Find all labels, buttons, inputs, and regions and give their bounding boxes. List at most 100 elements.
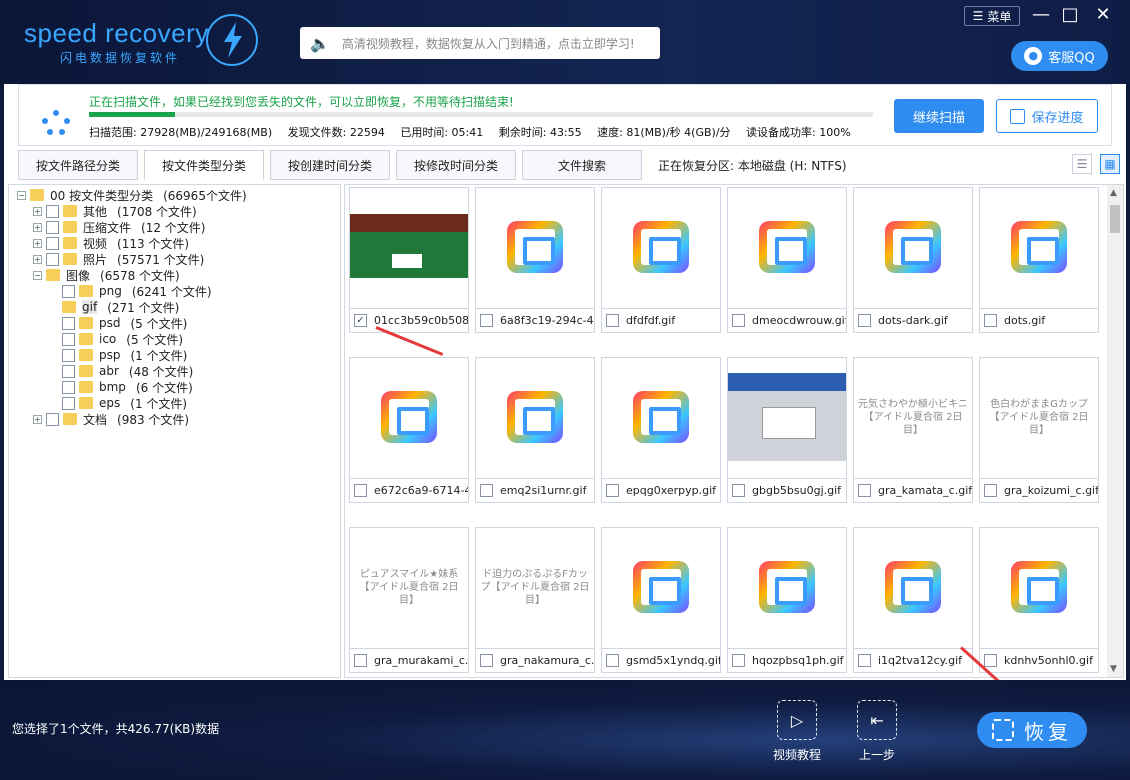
file-thumbnail-card[interactable]: hqozpbsq1ph.gif — [727, 527, 847, 673]
tree-checkbox[interactable] — [62, 348, 75, 362]
file-preview[interactable] — [350, 358, 468, 476]
file-thumbnail-card[interactable]: ピュアスマイル★妹系【アイドル夏合宿 2日目】 gra_murakami_c.gi… — [349, 527, 469, 673]
list-view-icon[interactable]: ☰ — [1072, 154, 1092, 174]
tree-checkbox[interactable] — [62, 396, 75, 410]
file-checkbox[interactable] — [480, 654, 493, 667]
file-checkbox[interactable] — [732, 654, 745, 667]
file-preview[interactable] — [854, 188, 972, 306]
file-preview[interactable] — [476, 188, 594, 306]
file-thumbnail-card[interactable]: epqg0xerpyp.gif — [601, 357, 721, 503]
file-preview[interactable] — [602, 358, 720, 476]
thumbnail-view-icon[interactable]: ▦ — [1100, 154, 1120, 174]
file-preview[interactable]: 色白わがままGカップ【アイドル夏合宿 2日目】 — [980, 358, 1098, 476]
file-thumbnail-card[interactable]: emq2si1urnr.gif — [475, 357, 595, 503]
file-checkbox[interactable] — [732, 484, 745, 497]
file-preview[interactable]: ピュアスマイル★妹系【アイドル夏合宿 2日目】 — [350, 528, 468, 646]
vertical-scrollbar[interactable]: ▲ ▼ — [1107, 185, 1123, 677]
scroll-thumb[interactable] — [1110, 205, 1120, 233]
tutorial-banner[interactable]: 🔈 高清视频教程，数据恢复从入门到精通，点击立即学习! — [300, 27, 660, 59]
maximize-button[interactable]: □ — [1059, 4, 1081, 26]
tree-node[interactable]: gif (271 个文件) — [9, 299, 676, 385]
menu-button[interactable]: ☰ 菜单 — [964, 6, 1020, 26]
file-preview[interactable] — [980, 188, 1098, 306]
tab-0[interactable]: 按文件路径分类 — [18, 150, 138, 180]
file-preview[interactable] — [350, 188, 468, 306]
tree-node[interactable]: eps (1 个文件) — [9, 395, 340, 411]
scroll-down-icon[interactable]: ▼ — [1110, 664, 1117, 674]
customer-service-qq-button[interactable]: ● 客服QQ — [1011, 41, 1108, 71]
tree-checkbox[interactable] — [62, 364, 75, 378]
file-preview[interactable] — [602, 188, 720, 306]
file-checkbox[interactable] — [984, 654, 997, 667]
file-preview[interactable]: ド迫力のぷるぷるFカップ【アイドル夏合宿 2日目】 — [476, 528, 594, 646]
file-preview[interactable] — [728, 188, 846, 306]
file-checkbox[interactable] — [606, 484, 619, 497]
tab-3[interactable]: 按修改时间分类 — [396, 150, 516, 180]
file-preview[interactable]: 元気さわやか極小ビキニ【アイドル夏合宿 2日目】 — [854, 358, 972, 476]
tab-4[interactable]: 文件搜索 — [522, 150, 642, 180]
file-preview[interactable] — [728, 528, 846, 646]
file-thumbnail-card[interactable]: i1q2tva12cy.gif — [853, 527, 973, 673]
expand-icon[interactable]: + — [33, 222, 42, 232]
collapse-icon[interactable]: − — [33, 270, 42, 280]
tree-node[interactable]: psp (1 个文件) — [9, 347, 340, 363]
minimize-button[interactable]: — — [1030, 4, 1052, 26]
file-thumbnail-card[interactable]: dots.gif — [979, 187, 1099, 333]
file-thumbnail-card[interactable]: e672c6a9-6714-4... — [349, 357, 469, 503]
tree-node[interactable]: − 图像 (6578 个文件) — [9, 267, 676, 353]
file-checkbox[interactable] — [606, 654, 619, 667]
tree-node[interactable]: abr (48 个文件) — [9, 363, 340, 379]
tab-1[interactable]: 按文件类型分类 — [144, 150, 264, 180]
file-thumbnail-card[interactable]: gsmd5x1yndq.gif — [601, 527, 721, 673]
file-preview[interactable] — [980, 528, 1098, 646]
file-thumbnail-card[interactable]: dmeocdwrouw.gif — [727, 187, 847, 333]
file-preview[interactable] — [476, 358, 594, 476]
tree-node[interactable]: bmp (6 个文件) — [9, 379, 340, 395]
file-checkbox[interactable] — [858, 314, 871, 327]
tree-checkbox[interactable] — [46, 236, 59, 250]
tree-node[interactable]: png (6241 个文件) — [9, 283, 340, 299]
collapse-icon[interactable]: − — [17, 190, 26, 200]
file-thumbnail-card[interactable]: gbgb5bsu0gj.gif — [727, 357, 847, 503]
tree-node[interactable]: + 压缩文件 (12 个文件) — [9, 219, 340, 235]
tree-node[interactable]: + 文档 (983 个文件) — [9, 411, 340, 427]
file-thumbnail-card[interactable]: ✓ 01cc3b59c0b508... — [349, 187, 469, 333]
continue-scan-button[interactable]: 继续扫描 — [894, 99, 984, 133]
file-preview[interactable] — [728, 358, 846, 476]
expand-icon[interactable]: + — [33, 206, 42, 216]
file-preview[interactable] — [854, 528, 972, 646]
file-thumbnail-card[interactable]: dots-dark.gif — [853, 187, 973, 333]
file-thumbnail-card[interactable]: 元気さわやか極小ビキニ【アイドル夏合宿 2日目】 gra_kamata_c.gif — [853, 357, 973, 503]
file-thumbnail-card[interactable]: dfdfdf.gif — [601, 187, 721, 333]
file-checkbox[interactable] — [732, 314, 745, 327]
video-tutorial-button[interactable]: ▷ 视频教程 — [762, 700, 832, 763]
file-checkbox[interactable] — [858, 484, 871, 497]
expand-icon[interactable]: + — [33, 238, 42, 248]
tree-checkbox[interactable] — [46, 220, 59, 234]
tab-2[interactable]: 按创建时间分类 — [270, 150, 390, 180]
file-thumbnail-card[interactable]: ド迫力のぷるぷるFカップ【アイドル夏合宿 2日目】 gra_nakamura_c.… — [475, 527, 595, 673]
file-checkbox[interactable] — [984, 484, 997, 497]
file-checkbox[interactable]: ✓ — [354, 314, 367, 327]
file-thumbnail-card[interactable]: kdnhv5onhl0.gif — [979, 527, 1099, 673]
tree-checkbox[interactable] — [62, 332, 75, 346]
tree-node[interactable]: + 其他 (1708 个文件) — [9, 203, 340, 219]
file-checkbox[interactable] — [480, 314, 493, 327]
tree-node[interactable]: + 视频 (113 个文件) — [9, 235, 340, 251]
file-thumbnail-card[interactable]: 色白わがままGカップ【アイドル夏合宿 2日目】 gra_koizumi_c.gif — [979, 357, 1099, 503]
tree-checkbox[interactable] — [46, 412, 59, 426]
file-checkbox[interactable] — [480, 484, 493, 497]
file-checkbox[interactable] — [606, 314, 619, 327]
save-progress-button[interactable]: 保存进度 — [996, 99, 1098, 133]
file-checkbox[interactable] — [354, 484, 367, 497]
file-thumbnail-card[interactable]: 6a8f3c19-294c-4... — [475, 187, 595, 333]
tree-checkbox[interactable] — [62, 284, 75, 298]
tree-node[interactable]: − 00 按文件类型分类 (66965个文件) — [9, 187, 676, 273]
expand-icon[interactable]: + — [33, 254, 42, 264]
scroll-up-icon[interactable]: ▲ — [1110, 188, 1117, 198]
tree-node[interactable]: + 照片 (57571 个文件) — [9, 251, 340, 267]
recover-button[interactable]: 恢复 — [977, 712, 1087, 748]
tree-node[interactable]: psd (5 个文件) — [9, 315, 340, 331]
file-preview[interactable] — [602, 528, 720, 646]
file-checkbox[interactable] — [354, 654, 367, 667]
